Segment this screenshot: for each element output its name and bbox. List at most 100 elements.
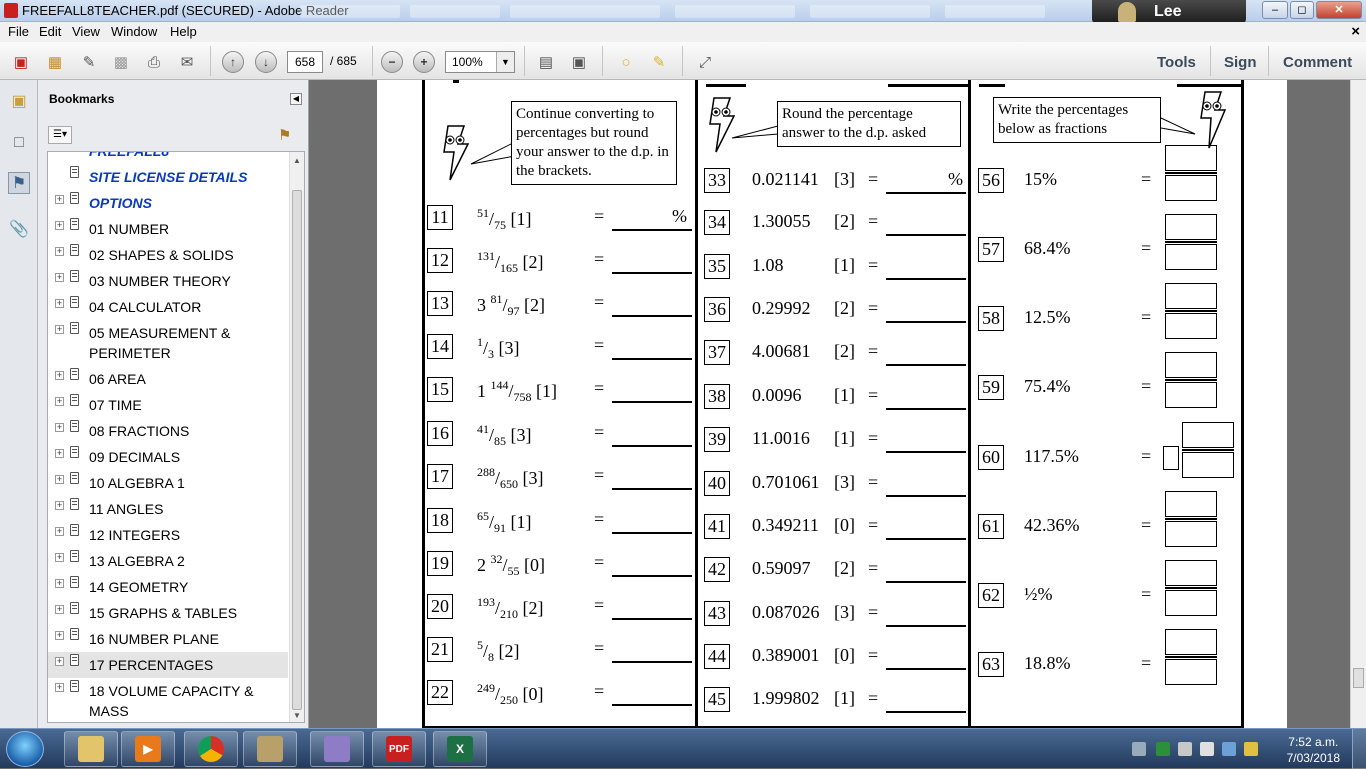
answer-line[interactable] — [886, 278, 966, 280]
answer-line[interactable] — [612, 488, 692, 490]
answer-line[interactable] — [886, 711, 966, 713]
fraction-answer-box[interactable] — [1165, 560, 1217, 616]
taskbar-app-notes[interactable] — [310, 731, 364, 767]
numerator-box[interactable] — [1165, 145, 1217, 171]
menu-view[interactable]: View — [72, 24, 100, 39]
bookmark-item[interactable]: +06 AREA — [48, 366, 288, 392]
page-thumbnails-icon[interactable]: □ — [8, 132, 30, 154]
create-pdf-icon[interactable]: ▣ — [10, 51, 32, 73]
display-icon[interactable] — [1222, 742, 1236, 756]
fraction-answer-box[interactable] — [1165, 491, 1217, 547]
expand-icon[interactable]: + — [55, 527, 64, 536]
zoom-out-icon[interactable]: − — [381, 51, 403, 73]
expand-icon[interactable]: + — [55, 553, 64, 562]
bookmark-item[interactable]: +04 CALCULATOR — [48, 294, 288, 320]
expand-icon[interactable]: + — [55, 475, 64, 484]
document-scrollbar[interactable] — [1350, 80, 1366, 728]
menu-help[interactable]: Help — [170, 24, 197, 39]
print-icon[interactable]: ⎙ — [143, 51, 165, 73]
comment-bubble-icon[interactable]: ○ — [615, 51, 637, 73]
bookmark-item[interactable]: +13 ALGEBRA 2 — [48, 548, 288, 574]
bookmark-item[interactable]: +08 FRACTIONS — [48, 418, 288, 444]
whole-number-box[interactable] — [1163, 446, 1179, 470]
expand-icon[interactable]: + — [55, 247, 64, 256]
expand-icon[interactable]: + — [55, 273, 64, 282]
bookmark-item[interactable]: +10 ALGEBRA 1 — [48, 470, 288, 496]
scroll-thumb[interactable] — [1353, 668, 1364, 688]
answer-line[interactable] — [612, 358, 692, 360]
cloud-icon[interactable] — [1200, 742, 1214, 756]
answer-line[interactable] — [886, 364, 966, 366]
bookmark-item[interactable]: SITE LICENSE DETAILS — [48, 164, 288, 190]
expand-icon[interactable]: + — [55, 657, 64, 666]
answer-line[interactable] — [886, 538, 966, 540]
sign-pane-link[interactable]: Sign — [1224, 54, 1257, 71]
answer-line[interactable] — [612, 401, 692, 403]
bookmark-item[interactable]: +14 GEOMETRY — [48, 574, 288, 600]
answer-line[interactable] — [886, 668, 966, 670]
fraction-answer-box[interactable] — [1165, 214, 1217, 270]
denominator-box[interactable] — [1165, 313, 1217, 339]
expand-icon[interactable]: + — [55, 605, 64, 614]
menu-window[interactable]: Window — [111, 24, 157, 39]
bookmark-item[interactable]: +16 NUMBER PLANE — [48, 626, 288, 652]
numerator-box[interactable] — [1165, 214, 1217, 240]
answer-line[interactable] — [612, 532, 692, 534]
taskbar-app-adobe-reader[interactable]: PDF — [372, 731, 426, 767]
bookmark-item[interactable]: +02 SHAPES & SOLIDS — [48, 242, 288, 268]
user-profile[interactable]: Lee — [1092, 0, 1246, 24]
attachments-icon[interactable]: 📎 — [8, 218, 30, 240]
fraction-answer-box[interactable] — [1165, 283, 1217, 339]
answer-line[interactable] — [886, 451, 966, 453]
bookmark-item[interactable]: +11 ANGLES — [48, 496, 288, 522]
next-page-icon[interactable]: ↓ — [255, 51, 277, 73]
close-document-icon[interactable]: × — [1351, 23, 1360, 40]
fraction-answer-box[interactable] — [1165, 352, 1217, 408]
scroll-down-icon[interactable]: ▼ — [293, 711, 301, 720]
fraction-answer-box[interactable] — [1165, 629, 1217, 685]
numerator-box[interactable] — [1165, 352, 1217, 378]
expand-icon[interactable]: + — [55, 501, 64, 510]
denominator-box[interactable] — [1165, 659, 1217, 685]
save-icon[interactable]: ▩ — [110, 51, 132, 73]
taskbar-app-media-player[interactable]: ▶ — [121, 731, 175, 767]
numerator-box[interactable] — [1165, 560, 1217, 586]
start-button[interactable] — [6, 731, 44, 767]
bookmark-item[interactable]: +01 NUMBER — [48, 216, 288, 242]
taskbar-app-teacher[interactable] — [243, 731, 297, 767]
expand-icon[interactable]: + — [55, 397, 64, 406]
scroll-up-icon[interactable]: ▲ — [293, 156, 301, 165]
menu-file[interactable]: File — [8, 24, 29, 39]
bookmark-item[interactable]: + OPTIONS — [48, 190, 288, 216]
page-number-input[interactable]: 658 — [287, 51, 323, 73]
bookmarks-icon[interactable]: ⚑ — [8, 172, 30, 194]
email-icon[interactable]: ✉ — [176, 51, 198, 73]
expand-icon[interactable]: + — [55, 423, 64, 432]
answer-line[interactable] — [886, 234, 966, 236]
answer-line[interactable] — [612, 315, 692, 317]
answer-line[interactable] — [612, 272, 692, 274]
close-button[interactable]: ✕ — [1316, 1, 1362, 19]
answer-line[interactable] — [886, 495, 966, 497]
bookmark-item[interactable]: +05 MEASUREMENT & PERIMETER — [48, 320, 288, 366]
minimize-button[interactable]: – — [1262, 1, 1288, 19]
edit-icon[interactable]: ✎ — [78, 51, 100, 73]
answer-line[interactable] — [612, 704, 692, 706]
zoom-in-icon[interactable]: + — [413, 51, 435, 73]
previous-page-icon[interactable]: ↑ — [222, 51, 244, 73]
fit-width-icon[interactable]: ▣ — [568, 51, 590, 73]
answer-line[interactable] — [886, 192, 966, 194]
denominator-box[interactable] — [1165, 521, 1217, 547]
denominator-box[interactable] — [1165, 244, 1217, 270]
taskbar-app-file-explorer[interactable] — [64, 731, 118, 767]
expand-icon[interactable]: + — [55, 683, 64, 692]
expand-icon[interactable]: + — [55, 449, 64, 458]
bookmark-options-icon[interactable]: ☰▾ — [48, 126, 72, 144]
bookmark-item-selected[interactable]: +17 PERCENTAGES — [48, 652, 288, 678]
bookmark-scrollbar[interactable]: ▲ ▼ — [289, 152, 304, 722]
bookmark-item[interactable]: +03 NUMBER THEORY — [48, 268, 288, 294]
maximize-button[interactable]: ◻ — [1290, 1, 1314, 19]
expand-icon[interactable]: + — [55, 631, 64, 640]
answer-line[interactable] — [612, 618, 692, 620]
taskbar-app-excel[interactable]: X — [433, 731, 487, 767]
